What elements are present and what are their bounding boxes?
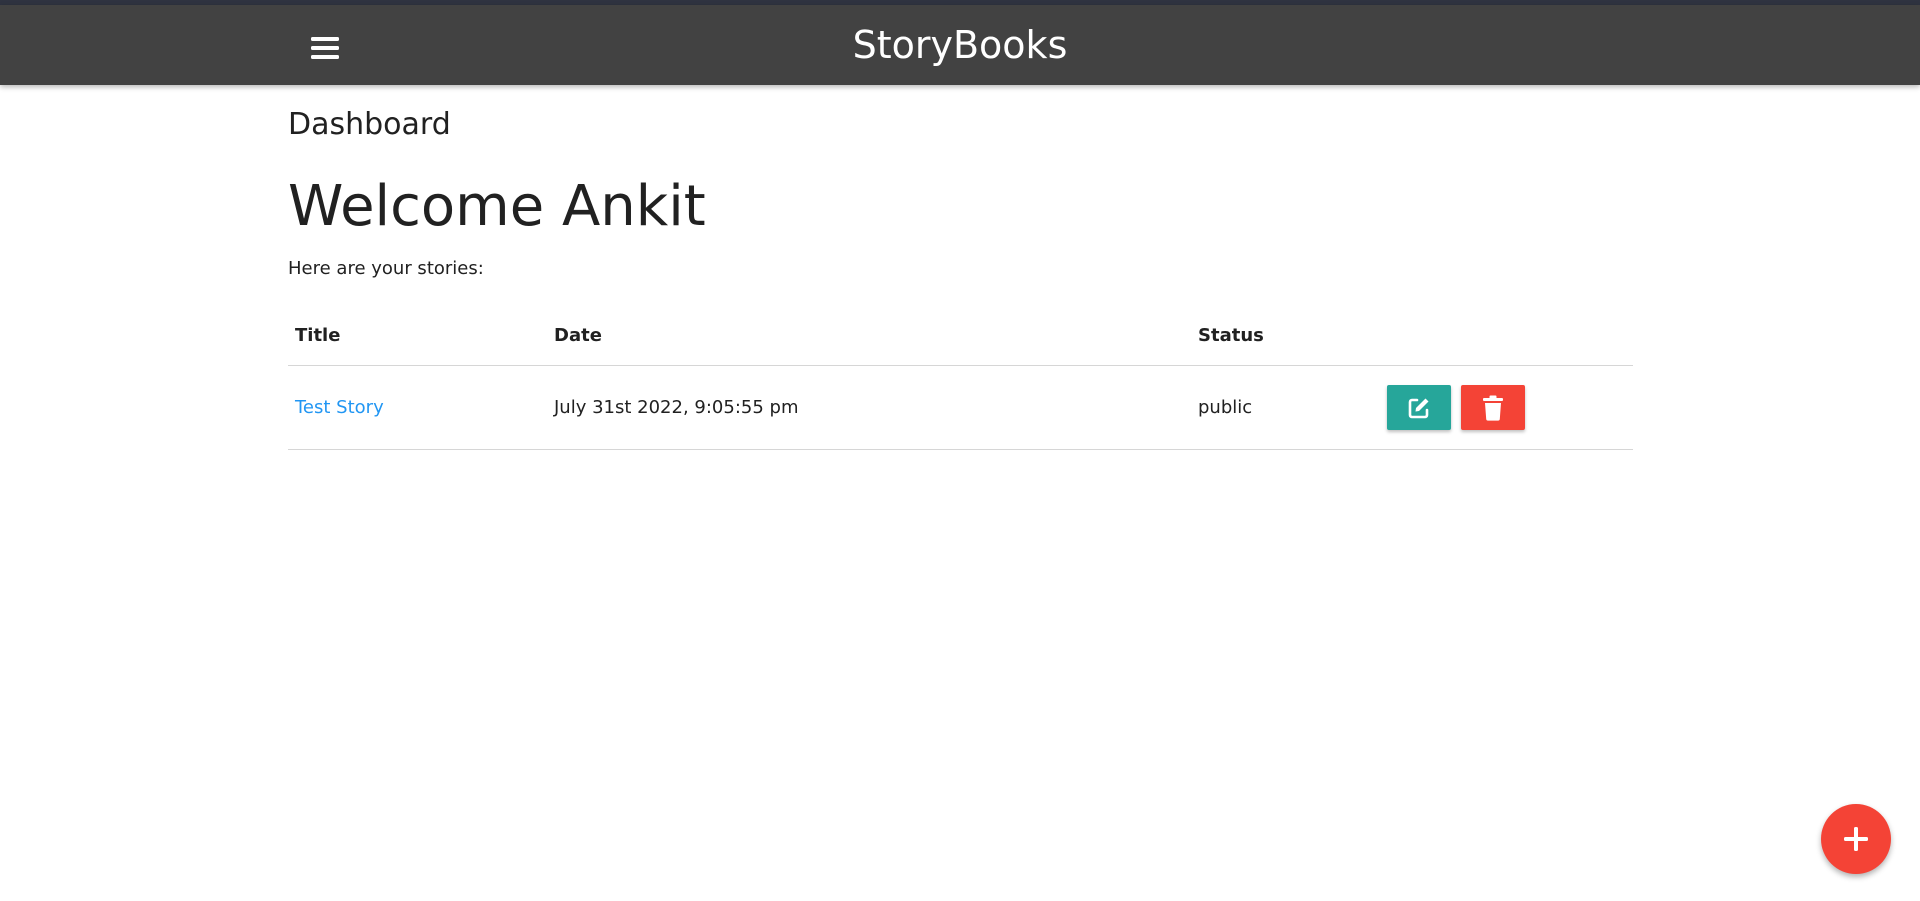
story-status-cell: public — [1191, 365, 1380, 450]
table-row: Test Story July 31st 2022, 9:05:55 pm pu… — [288, 365, 1633, 450]
hamburger-menu-icon[interactable] — [305, 29, 345, 69]
trash-icon — [1483, 395, 1503, 421]
edit-icon — [1408, 398, 1429, 418]
delete-story-button[interactable] — [1461, 385, 1525, 430]
column-header-status: Status — [1191, 305, 1380, 366]
page-title: Dashboard — [288, 107, 451, 142]
stories-table: Title Date Status Test Story July 31st 2… — [288, 305, 1633, 450]
story-actions-cell — [1380, 365, 1633, 450]
plus-icon — [1844, 827, 1868, 851]
edit-story-button[interactable] — [1387, 385, 1451, 430]
table-header-row: Title Date Status — [288, 305, 1633, 366]
navbar: StoryBooks — [0, 5, 1920, 85]
brand-logo: StoryBooks — [0, 5, 1920, 85]
column-header-date: Date — [547, 305, 1191, 366]
column-header-actions — [1380, 305, 1633, 366]
add-story-button[interactable] — [1821, 804, 1891, 874]
story-title-cell: Test Story — [288, 365, 547, 450]
story-title-link[interactable]: Test Story — [295, 397, 384, 418]
brand-link[interactable]: StoryBooks — [853, 23, 1068, 67]
stories-intro-text: Here are your stories: — [288, 258, 484, 279]
column-header-title: Title — [288, 305, 547, 366]
story-date-cell: July 31st 2022, 9:05:55 pm — [547, 365, 1191, 450]
main-content: Dashboard Welcome Ankit Here are your st… — [288, 85, 1633, 450]
welcome-heading: Welcome Ankit — [288, 174, 706, 239]
